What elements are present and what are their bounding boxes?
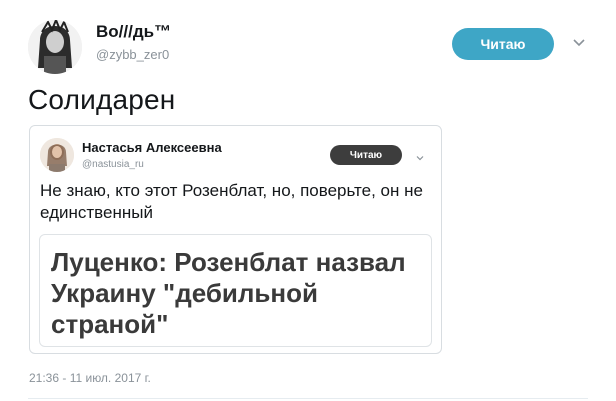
divider <box>28 398 588 399</box>
link-card[interactable]: Луценко: Розенблат назвал Украину "дебил… <box>39 234 432 347</box>
quoted-avatar[interactable] <box>40 138 74 172</box>
tweet-timestamp[interactable]: 21:36 - 11 июл. 2017 г. <box>29 371 151 385</box>
link-card-title: Луценко: Розенблат назвал Украину "дебил… <box>51 247 406 339</box>
follow-button[interactable]: Читаю <box>452 28 554 60</box>
quoted-author-name[interactable]: Настасья Алексеевна <box>82 140 222 155</box>
quoted-tweet[interactable]: Настасья Алексеевна @nastusia_ru Читаю Н… <box>29 125 442 354</box>
avatar-image <box>28 20 82 74</box>
quoted-avatar-image <box>40 138 74 172</box>
chevron-down-icon[interactable] <box>571 34 587 50</box>
quoted-tweet-text: Не знаю, кто этот Розенблат, но, поверьт… <box>40 181 423 222</box>
author-handle[interactable]: @zybb_zer0 <box>96 47 169 62</box>
tweet-text: Солидарен <box>28 84 176 115</box>
chevron-down-icon[interactable] <box>415 150 425 161</box>
quoted-author-handle[interactable]: @nastusia_ru <box>82 159 144 170</box>
quoted-follow-button[interactable]: Читаю <box>330 145 402 165</box>
avatar[interactable] <box>28 20 82 74</box>
author-name[interactable]: Во///дь™ <box>96 22 171 42</box>
